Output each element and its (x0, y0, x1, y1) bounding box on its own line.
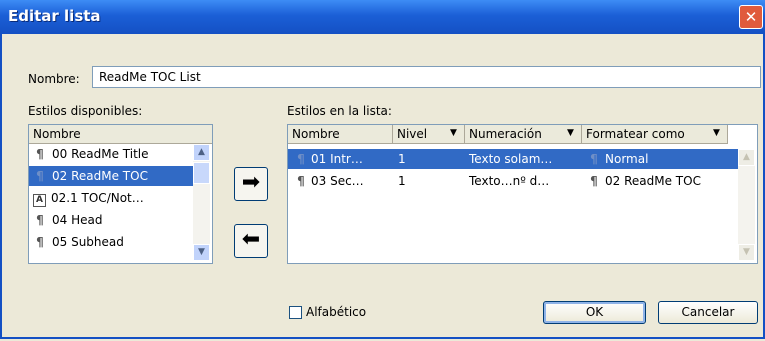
close-button[interactable]: ✕ (739, 5, 763, 29)
ok-button[interactable]: OK (543, 301, 646, 324)
cell-format: ¶ 02 ReadMe TOC (587, 171, 701, 191)
list-item[interactable]: ¶ 05 Subhead (29, 232, 193, 252)
available-styles-list[interactable]: Nombre ¶ 00 ReadMe Title ¶ 02 ReadMe TOC A 02… (28, 124, 213, 264)
list-item[interactable]: ¶ 02 ReadMe TOC (29, 166, 193, 186)
arrow-left-icon: ⬅ (241, 227, 261, 252)
cell-name-text: 01 Intr… (311, 152, 363, 166)
paragraph-icon: ¶ (36, 235, 44, 249)
styles-in-list-scrollbar[interactable]: ▲ ▼ (738, 149, 755, 261)
list-item-label: 00 ReadMe Title (52, 147, 149, 161)
paragraph-icon: ¶ (36, 147, 44, 161)
available-header-name[interactable]: Nombre (29, 125, 212, 144)
alphabetical-checkbox[interactable] (289, 306, 302, 319)
cell-numbering: Texto…nº d… (469, 174, 550, 188)
cell-name-text: 03 Sec… (311, 174, 364, 188)
paragraph-icon: ¶ (36, 169, 44, 183)
available-styles-label: Estilos disponibles: (28, 104, 143, 118)
cell-format-text: 02 ReadMe TOC (605, 174, 701, 188)
title-bar[interactable]: Editar lista ✕ (0, 0, 765, 34)
available-scrollbar[interactable]: ▲ ▼ (193, 144, 210, 261)
paragraph-icon: ¶ (297, 152, 305, 166)
dropdown-icon[interactable]: ▼ (709, 126, 724, 141)
list-item-label: 04 Head (52, 213, 103, 227)
alphabetical-label: Alfabético (306, 305, 367, 319)
cell-level: 1 (398, 152, 406, 166)
name-input-value: ReadMe TOC List (99, 70, 201, 84)
table-row[interactable]: ¶ 03 Sec… 1 Texto…nº d… ¶ 02 ReadMe TOC (288, 171, 738, 191)
arrow-right-icon: ➡ (241, 170, 261, 195)
character-style-icon: A (33, 194, 46, 207)
cell-format: ¶ Normal (587, 149, 648, 169)
list-item-label: 02 ReadMe TOC (52, 169, 148, 183)
move-right-button[interactable]: ➡ (234, 167, 268, 201)
paragraph-icon: ¶ (36, 213, 44, 227)
cell-format-text: Normal (605, 152, 649, 166)
table-row[interactable]: ¶ 01 Intr… 1 Texto solam… ¶ Normal (288, 149, 738, 169)
column-header-name[interactable]: Nombre (288, 125, 393, 144)
column-header-numbering[interactable]: Numeración ▼ (465, 125, 582, 144)
name-input[interactable]: ReadMe TOC List (92, 66, 761, 88)
list-item[interactable]: ¶ 00 ReadMe Title (29, 144, 193, 164)
move-left-button[interactable]: ⬅ (234, 224, 268, 258)
styles-in-list-label: Estilos en la lista: (287, 104, 392, 118)
scroll-up-icon[interactable]: ▲ (738, 149, 755, 166)
paragraph-icon: ¶ (590, 174, 598, 188)
dropdown-icon[interactable]: ▼ (563, 126, 578, 141)
dropdown-icon[interactable]: ▼ (446, 126, 461, 141)
scroll-down-icon[interactable]: ▼ (193, 244, 210, 261)
scroll-down-icon[interactable]: ▼ (738, 244, 755, 261)
cell-name: ¶ 01 Intr… (294, 149, 363, 169)
list-item-label: 05 Subhead (52, 235, 124, 249)
close-icon: ✕ (744, 8, 758, 26)
scroll-up-icon[interactable]: ▲ (193, 144, 210, 161)
list-item-label: 02.1 TOC/Not… (51, 191, 144, 205)
cell-name: ¶ 03 Sec… (294, 171, 364, 191)
cancel-button[interactable]: Cancelar (658, 301, 758, 324)
cell-numbering: Texto solam… (469, 152, 553, 166)
styles-in-list-table[interactable]: Nombre Nivel ▼ Numeración ▼ Formatear como… (287, 124, 758, 264)
paragraph-icon: ¶ (297, 174, 305, 188)
name-label: Nombre: (28, 72, 80, 86)
scroll-thumb[interactable] (193, 162, 210, 184)
paragraph-icon: ¶ (590, 152, 598, 166)
column-header-level[interactable]: Nivel ▼ (393, 125, 465, 144)
column-header-format[interactable]: Formatear como ▼ (582, 125, 728, 144)
list-item[interactable]: ¶ 04 Head (29, 210, 193, 230)
list-item[interactable]: A 02.1 TOC/Not… (29, 188, 193, 208)
cell-level: 1 (398, 174, 406, 188)
window-title: Editar lista (8, 7, 101, 25)
